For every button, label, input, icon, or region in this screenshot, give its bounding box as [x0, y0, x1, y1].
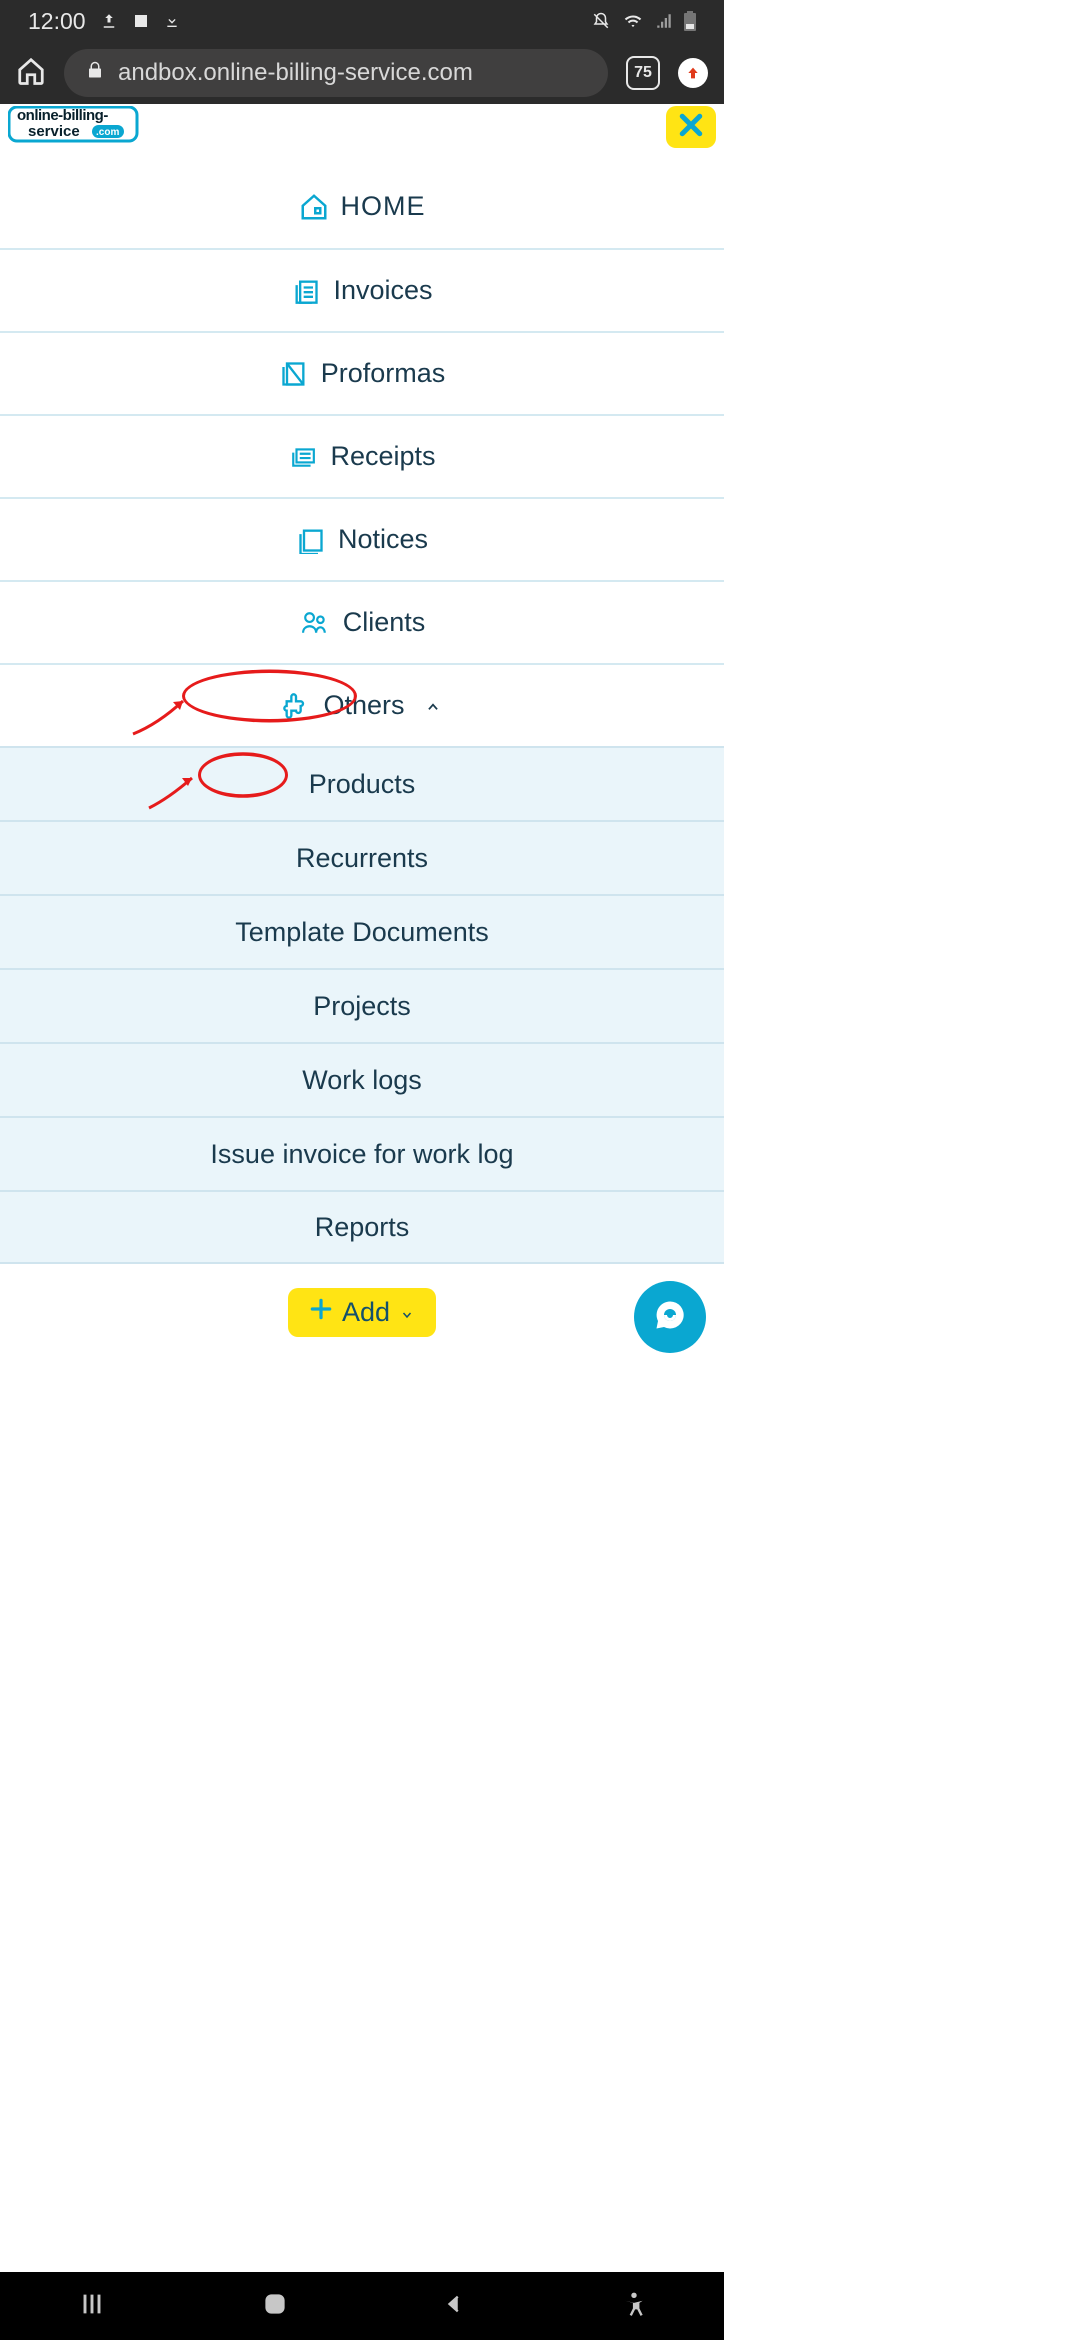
close-icon — [676, 110, 706, 145]
puzzle-icon — [281, 692, 311, 720]
menu-item-home[interactable]: HOME — [0, 165, 724, 248]
download-icon — [164, 12, 180, 30]
tab-count-button[interactable]: 75 — [626, 56, 660, 90]
picture-icon — [132, 12, 150, 30]
chevron-down-icon — [398, 1297, 416, 1328]
annotation-arrow-products — [144, 768, 204, 812]
vibrate-icon — [590, 12, 612, 30]
proformas-icon — [279, 360, 309, 388]
receipts-icon — [288, 444, 318, 470]
lock-icon — [86, 59, 104, 87]
browser-toolbar: andbox.online-billing-service.com 75 — [0, 42, 724, 104]
menu-item-proformas[interactable]: Proformas — [0, 331, 724, 414]
accessibility-button[interactable] — [621, 2290, 647, 2323]
app-logo[interactable]: online-billing- service .com — [8, 106, 142, 161]
submenu-label: Reports — [315, 1212, 410, 1243]
battery-icon — [684, 11, 696, 31]
menu-label: Notices — [338, 524, 428, 555]
menu-label: Invoices — [333, 275, 432, 306]
wifi-icon — [622, 12, 644, 30]
submenu-item-products[interactable]: Products — [0, 746, 724, 820]
menu-label: Others — [323, 690, 404, 721]
recent-apps-button[interactable] — [78, 2290, 106, 2323]
menu-item-others[interactable]: Others — [0, 663, 724, 746]
chevron-up-icon — [423, 690, 443, 721]
annotation-arrow-others — [128, 689, 198, 739]
submenu-label: Products — [309, 769, 416, 800]
menu-item-invoices[interactable]: Invoices — [0, 248, 724, 331]
notices-icon — [296, 526, 326, 554]
android-navbar — [0, 2272, 724, 2340]
chat-icon — [652, 1297, 688, 1338]
annotation-circle-products — [198, 752, 288, 798]
statusbar-time: 12:00 — [28, 8, 86, 35]
menu-item-receipts[interactable]: Receipts — [0, 414, 724, 497]
menu-label: Receipts — [330, 441, 435, 472]
add-button-label: Add — [342, 1297, 390, 1328]
submenu-label: Issue invoice for work log — [210, 1139, 513, 1170]
url-bar[interactable]: andbox.online-billing-service.com — [64, 49, 608, 97]
signal-icon — [654, 12, 674, 30]
menu-item-notices[interactable]: Notices — [0, 497, 724, 580]
url-text: andbox.online-billing-service.com — [118, 59, 473, 87]
submenu-label: Recurrents — [296, 843, 428, 874]
invoices-icon — [291, 277, 321, 305]
chat-fab[interactable] — [634, 1281, 706, 1353]
home-icon — [299, 192, 329, 222]
close-menu-button[interactable] — [666, 106, 716, 148]
submenu-item-recurrents[interactable]: Recurrents — [0, 820, 724, 894]
upload-icon — [100, 12, 118, 30]
browser-update-icon[interactable] — [678, 58, 708, 88]
svg-text:.com: .com — [96, 127, 119, 138]
home-nav-button[interactable] — [261, 2290, 289, 2323]
svg-text:service: service — [28, 123, 80, 140]
menu-item-clients[interactable]: Clients — [0, 580, 724, 663]
plus-icon — [308, 1296, 334, 1329]
android-statusbar: 12:00 — [0, 0, 724, 42]
submenu-item-reports[interactable]: Reports — [0, 1190, 724, 1264]
tab-count-value: 75 — [634, 64, 652, 82]
submenu-label: Template Documents — [235, 917, 489, 948]
back-nav-button[interactable] — [444, 2290, 466, 2323]
submenu-label: Work logs — [302, 1065, 422, 1096]
clients-icon — [299, 610, 331, 636]
submenu-item-worklogs[interactable]: Work logs — [0, 1042, 724, 1116]
submenu-item-projects[interactable]: Projects — [0, 968, 724, 1042]
submenu-item-issue-worklog[interactable]: Issue invoice for work log — [0, 1116, 724, 1190]
submenu-item-templates[interactable]: Template Documents — [0, 894, 724, 968]
menu-label: HOME — [341, 191, 426, 222]
svg-text:online-billing-: online-billing- — [17, 107, 108, 124]
menu-label: Clients — [343, 607, 426, 638]
add-button[interactable]: Add — [288, 1288, 436, 1337]
submenu-label: Projects — [313, 991, 411, 1022]
browser-home-button[interactable] — [16, 56, 46, 91]
app-header: online-billing- service .com — [0, 104, 724, 165]
menu-label: Proformas — [321, 358, 446, 389]
main-menu: HOME Invoices Proformas Receipts Notices — [0, 165, 724, 1264]
